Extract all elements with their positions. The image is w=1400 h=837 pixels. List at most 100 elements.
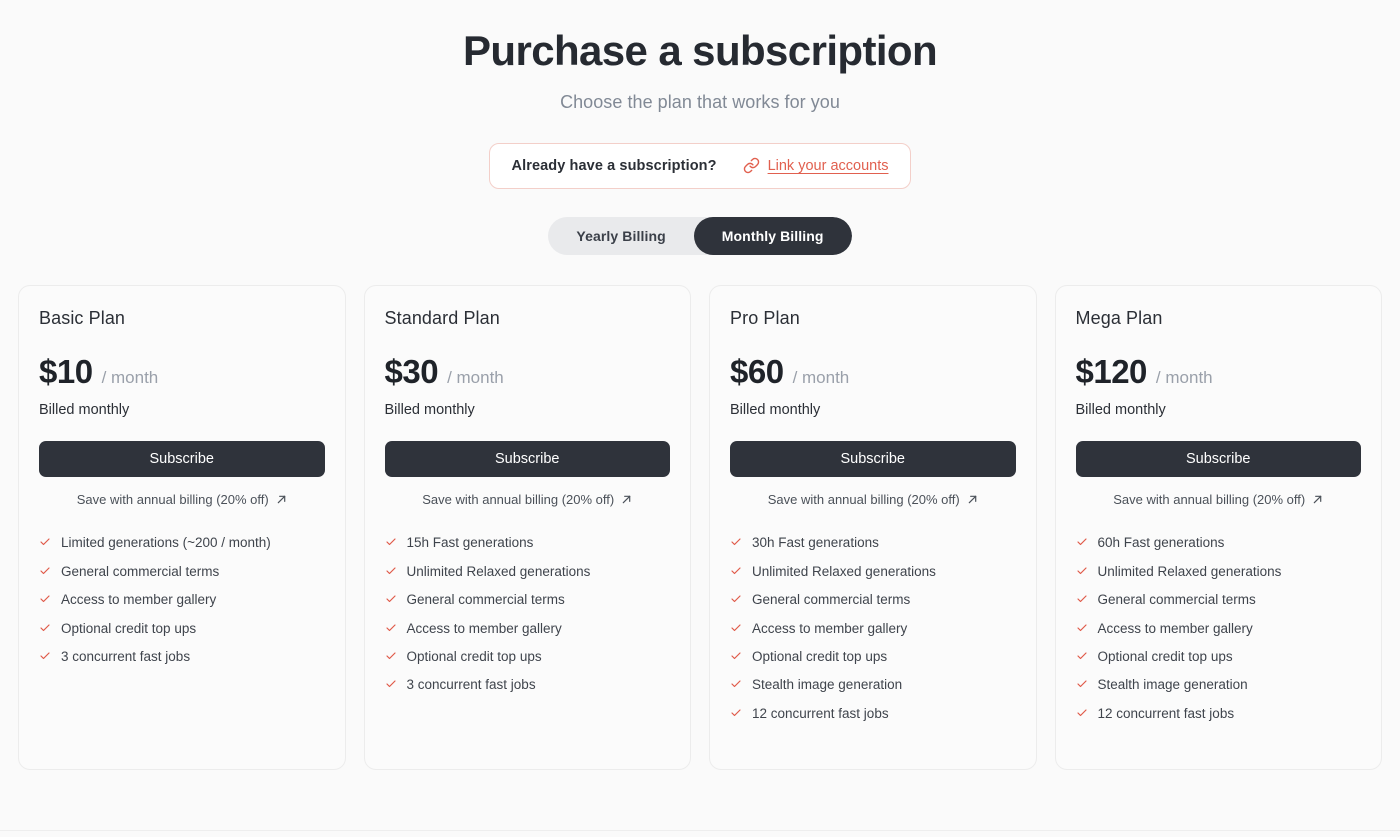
plan-price-row: $120 / month [1076, 355, 1362, 388]
check-icon [730, 678, 742, 690]
feature-label: General commercial terms [406, 592, 565, 608]
plan-price-row: $60 / month [730, 355, 1016, 388]
check-icon [385, 622, 397, 634]
feature-item: Access to member gallery [39, 592, 325, 609]
feature-item: Access to member gallery [385, 621, 671, 638]
check-icon [39, 565, 51, 577]
feature-list: 30h Fast generations Unlimited Relaxed g… [730, 535, 1016, 722]
arrow-up-right-icon [621, 494, 632, 505]
check-icon [385, 678, 397, 690]
annual-billing-link[interactable]: Save with annual billing (20% off) [1076, 492, 1362, 507]
banner-question: Already have a subscription? [511, 157, 717, 174]
feature-label: Unlimited Relaxed generations [752, 563, 936, 579]
link-accounts-label: Link your accounts [767, 157, 889, 174]
plan-period: / month [1155, 368, 1213, 388]
feature-item: 60h Fast generations [1076, 535, 1362, 552]
subscribe-button[interactable]: Subscribe [384, 441, 670, 478]
page-subtitle: Choose the plan that works for you [560, 92, 840, 113]
plan-period: / month [447, 368, 504, 388]
feature-label: Unlimited Relaxed generations [406, 563, 591, 579]
plan-period: / month [792, 368, 850, 388]
page-header: Purchase a subscription Choose the plan … [0, 0, 1400, 113]
check-icon [39, 622, 51, 634]
feature-item: General commercial terms [730, 592, 1016, 609]
feature-item: Limited generations (~200 / month) [39, 535, 325, 552]
plan-price: $60 [730, 353, 784, 391]
annual-billing-link[interactable]: Save with annual billing (20% off) [730, 492, 1016, 507]
feature-label: 12 concurrent fast jobs [752, 705, 889, 721]
feature-label: Unlimited Relaxed generations [1097, 563, 1282, 579]
plan-period: / month [101, 368, 159, 388]
plan-name: Basic Plan [39, 308, 126, 329]
feature-item: Optional credit top ups [385, 649, 671, 666]
feature-item: 12 concurrent fast jobs [1076, 706, 1362, 723]
check-icon [1076, 622, 1088, 634]
plan-price: $120 [1075, 353, 1148, 391]
subscribe-button[interactable]: Subscribe [1075, 441, 1361, 478]
feature-label: General commercial terms [1097, 592, 1256, 608]
plan-price-row: $10 / month [39, 355, 325, 388]
feature-item: General commercial terms [385, 592, 671, 609]
feature-item: Unlimited Relaxed generations [1076, 564, 1362, 581]
check-icon [1076, 678, 1088, 690]
feature-label: 15h Fast generations [406, 535, 534, 551]
feature-item: Stealth image generation [730, 677, 1016, 694]
bottom-divider [0, 830, 1400, 831]
subscribe-button[interactable]: Subscribe [39, 441, 325, 478]
check-icon [730, 650, 742, 662]
plan-billing-note: Billed monthly [384, 402, 475, 419]
check-icon [730, 593, 742, 605]
link-banner-wrapper: Already have a subscription? Link your a… [0, 143, 1400, 190]
billing-toggle[interactable]: Yearly Billing Monthly Billing [548, 217, 852, 256]
plan-name: Pro Plan [730, 308, 800, 329]
annual-billing-label: Save with annual billing (20% off) [422, 492, 615, 508]
feature-label: Optional credit top ups [61, 620, 197, 636]
annual-billing-label: Save with annual billing (20% off) [1113, 492, 1306, 508]
check-icon [385, 536, 397, 548]
feature-label: General commercial terms [752, 592, 911, 608]
feature-label: General commercial terms [61, 563, 220, 579]
check-icon [730, 707, 742, 719]
feature-label: Stealth image generation [752, 677, 903, 693]
plan-price-row: $30 / month [385, 355, 671, 388]
plan-name: Mega Plan [1075, 308, 1163, 329]
subscribe-button[interactable]: Subscribe [730, 441, 1016, 478]
feature-item: General commercial terms [39, 564, 325, 581]
link-chain-icon [743, 157, 760, 174]
plan-cards: Basic Plan $10 / month Billed monthly Su… [0, 285, 1400, 771]
check-icon [730, 565, 742, 577]
feature-list: 15h Fast generations Unlimited Relaxed g… [385, 535, 671, 694]
check-icon [730, 622, 742, 634]
plan-card-mega: Mega Plan $120 / month Billed monthly Su… [1054, 285, 1382, 771]
feature-item: 3 concurrent fast jobs [385, 677, 671, 694]
feature-list: 60h Fast generations Unlimited Relaxed g… [1076, 535, 1362, 722]
feature-label: 30h Fast generations [752, 535, 879, 551]
annual-billing-link[interactable]: Save with annual billing (20% off) [385, 492, 671, 507]
feature-label: Limited generations (~200 / month) [61, 535, 271, 551]
toggle-option-monthly[interactable]: Monthly Billing [693, 217, 852, 256]
plan-card-standard: Standard Plan $30 / month Billed monthly… [363, 285, 691, 771]
plan-card-pro: Pro Plan $60 / month Billed monthly Subs… [709, 285, 1037, 771]
arrow-up-right-icon [276, 494, 287, 505]
annual-billing-link[interactable]: Save with annual billing (20% off) [39, 492, 325, 507]
feature-label: Stealth image generation [1097, 677, 1248, 693]
feature-item: Unlimited Relaxed generations [385, 564, 671, 581]
link-your-accounts-link[interactable]: Link your accounts [743, 157, 889, 174]
feature-item: Optional credit top ups [1076, 649, 1362, 666]
feature-label: 60h Fast generations [1097, 535, 1225, 551]
feature-item: Unlimited Relaxed generations [730, 564, 1016, 581]
check-icon [730, 536, 742, 548]
feature-item: Optional credit top ups [730, 649, 1016, 666]
feature-item: 3 concurrent fast jobs [39, 649, 325, 666]
feature-item: General commercial terms [1076, 592, 1362, 609]
feature-label: Access to member gallery [61, 592, 217, 608]
feature-label: Access to member gallery [406, 620, 562, 636]
toggle-option-yearly[interactable]: Yearly Billing [548, 217, 693, 255]
plan-billing-note: Billed monthly [39, 402, 130, 419]
plan-billing-note: Billed monthly [730, 402, 821, 419]
plan-price: $10 [39, 353, 93, 391]
check-icon [1076, 707, 1088, 719]
feature-label: 3 concurrent fast jobs [406, 677, 536, 693]
feature-item: 12 concurrent fast jobs [730, 706, 1016, 723]
feature-item: Stealth image generation [1076, 677, 1362, 694]
